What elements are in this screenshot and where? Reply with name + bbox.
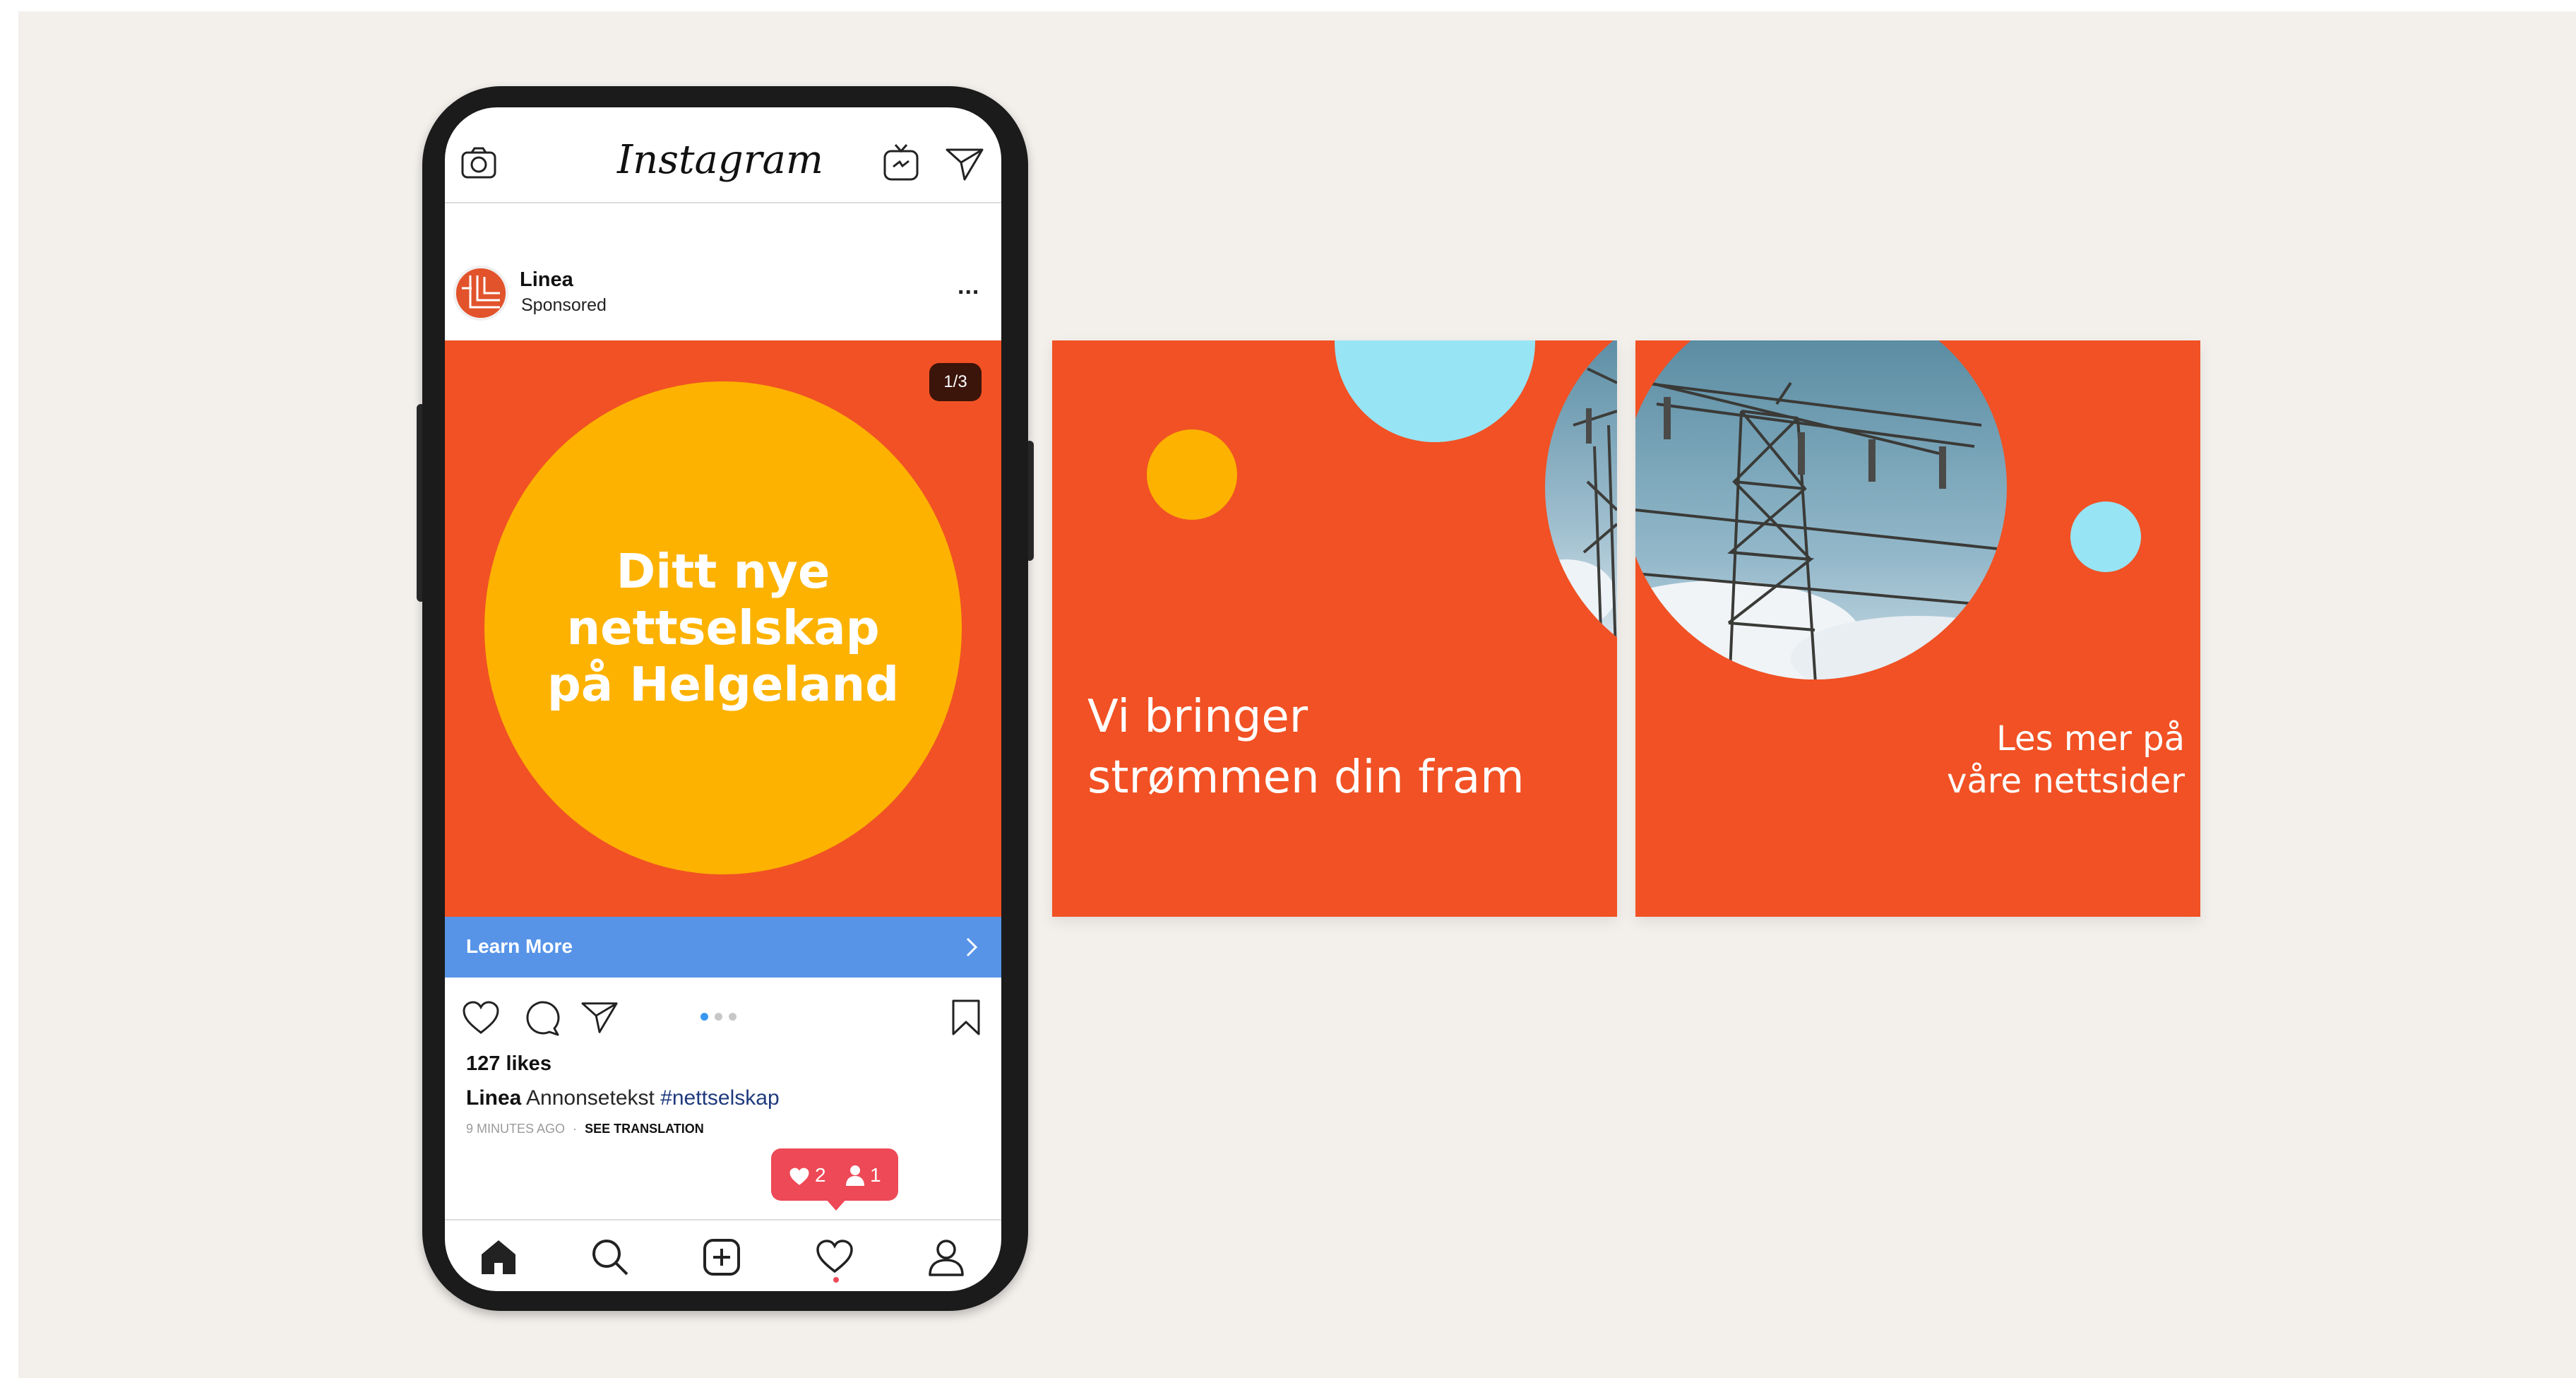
yellow-dot <box>1147 429 1237 520</box>
notification-likes-count: 2 <box>815 1164 826 1186</box>
heart-filled-icon <box>789 1168 809 1185</box>
bookmark-icon[interactable] <box>950 999 982 1037</box>
bottom-tab-bar <box>445 1219 1001 1291</box>
post-time: 9 MINUTES AGO <box>466 1122 566 1136</box>
slide-3-text: Les mer på våre nettsider <box>1947 719 2185 801</box>
slide-2-text: Vi bringer strømmen din fram <box>1087 691 1525 804</box>
search-icon[interactable] <box>590 1237 630 1277</box>
phone-screen: Instagram Linea Sponsored ... Ditt nye n… <box>445 107 1001 1291</box>
share-icon[interactable] <box>580 1000 619 1034</box>
igtv-icon[interactable] <box>883 143 919 182</box>
follower-icon <box>846 1165 864 1186</box>
post-caption: Linea Annonsetekst #nettselskap <box>466 1086 780 1110</box>
caption-username[interactable]: Linea <box>466 1086 521 1110</box>
chevron-right-icon <box>966 937 978 957</box>
post-image-slide[interactable]: Ditt nye nettselskap på Helgeland 1/3 <box>445 340 1001 917</box>
account-avatar[interactable] <box>453 266 508 321</box>
power-tower-photo-left <box>1545 340 1617 651</box>
cyan-dot <box>2070 501 2141 572</box>
comment-icon[interactable] <box>523 1000 561 1037</box>
post-meta: 9 MINUTES AGO · SEE TRANSLATION <box>466 1122 704 1136</box>
carousel-slide-2: Vi bringer strømmen din fram <box>1052 340 1617 917</box>
cyan-circle <box>1335 340 1535 442</box>
post-headline: Ditt nye nettselskap på Helgeland <box>547 544 900 712</box>
camera-icon[interactable] <box>460 147 497 179</box>
more-options-button[interactable]: ... <box>958 273 979 300</box>
like-heart-icon[interactable] <box>462 1000 500 1035</box>
profile-icon[interactable] <box>926 1237 966 1277</box>
meta-separator: · <box>573 1122 578 1136</box>
account-name[interactable]: Linea <box>520 268 573 292</box>
instagram-header: Instagram <box>445 107 1001 203</box>
notification-pointer <box>825 1198 847 1211</box>
home-icon[interactable] <box>479 1237 518 1277</box>
direct-message-icon[interactable] <box>945 147 984 181</box>
learn-more-label: Learn More <box>466 935 573 957</box>
activity-indicator-dot <box>833 1277 839 1283</box>
notification-followers-count: 1 <box>870 1164 881 1186</box>
like-count[interactable]: 127 likes <box>466 1052 551 1076</box>
see-translation-link[interactable]: SEE TRANSLATION <box>585 1122 704 1136</box>
carousel-slide-3: Les mer på våre nettsider <box>1635 340 2200 917</box>
activity-notification-bubble[interactable]: 2 1 <box>771 1148 898 1201</box>
activity-heart-icon[interactable] <box>815 1239 854 1274</box>
caption-text: Annonsetekst <box>526 1086 655 1110</box>
learn-more-button[interactable]: Learn More <box>445 917 1001 978</box>
yellow-circle: Ditt nye nettselskap på Helgeland <box>484 381 962 874</box>
slide-counter: 1/3 <box>929 363 982 401</box>
carousel-dot <box>715 1013 722 1021</box>
instagram-logo: Instagram <box>617 137 823 183</box>
sponsored-label: Sponsored <box>521 295 607 315</box>
power-tower-photo <box>1635 340 2007 679</box>
post-action-row <box>445 983 1001 1047</box>
caption-hashtag[interactable]: #nettselskap <box>660 1086 779 1110</box>
carousel-dot <box>729 1013 737 1021</box>
new-post-icon[interactable] <box>702 1237 741 1277</box>
carousel-dot-active <box>700 1013 708 1021</box>
linea-logo-icon <box>456 268 506 318</box>
post-header: Linea Sponsored ... <box>445 249 1001 326</box>
